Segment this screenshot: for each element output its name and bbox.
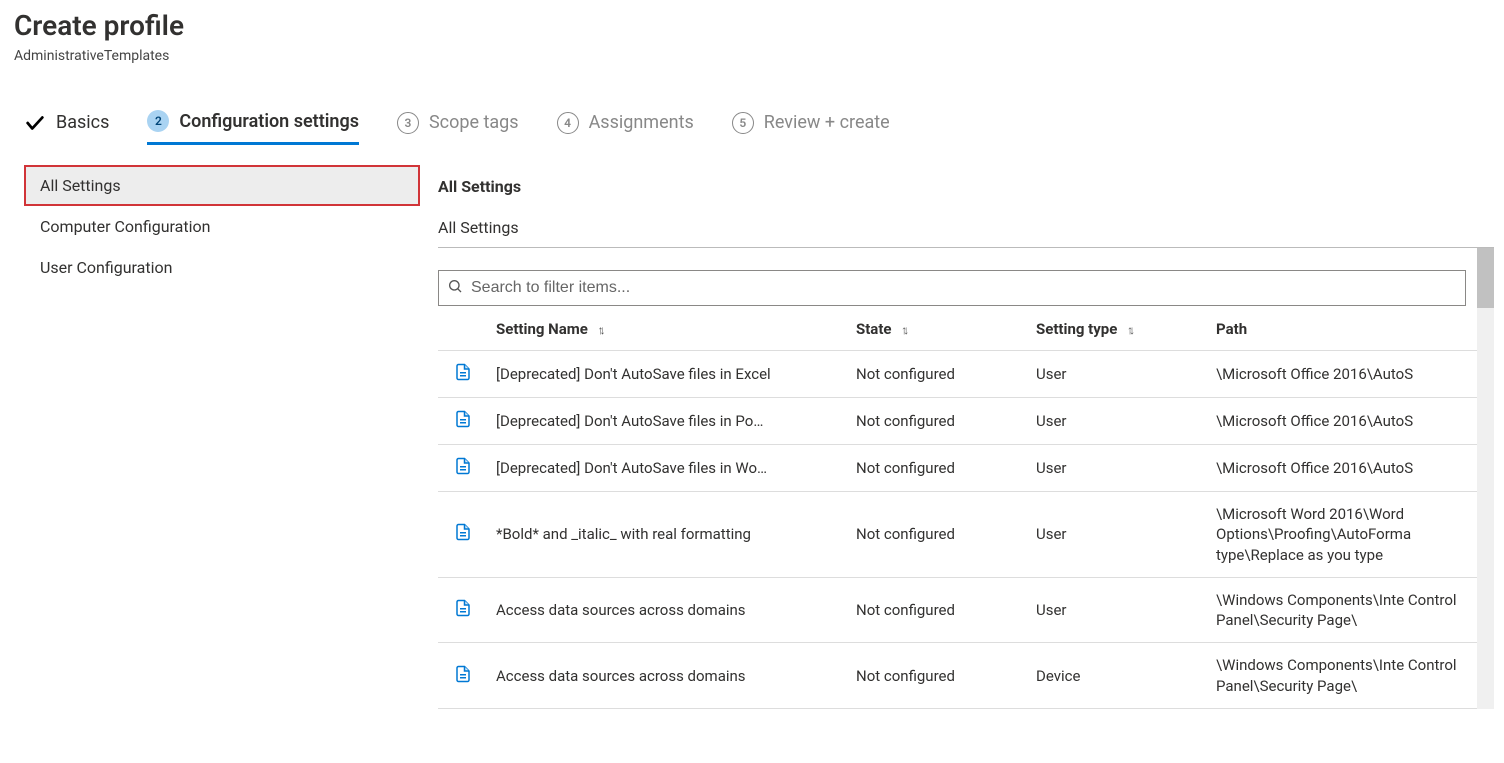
cell-state: Not configured xyxy=(848,445,1028,492)
table-row[interactable]: [Deprecated] Don't AutoSave files in Wo…… xyxy=(438,445,1477,492)
cell-state: Not configured xyxy=(848,492,1028,578)
search-input[interactable] xyxy=(471,279,1457,297)
col-header-path-label: Path xyxy=(1216,320,1247,338)
table-row[interactable]: Access data sources across domainsNot co… xyxy=(438,643,1477,709)
col-header-name-label: Setting Name xyxy=(496,320,588,338)
cell-setting-name: *Bold* and _italic_ with real formatting xyxy=(488,492,848,578)
search-icon xyxy=(447,278,463,298)
wizard-steps: Basics 2 Configuration settings 3 Scope … xyxy=(24,110,1504,145)
cell-setting-name: [Deprecated] Don't AutoSave files in Wo… xyxy=(488,445,848,492)
col-header-type[interactable]: Setting type ↑↓ xyxy=(1028,306,1208,351)
vertical-scrollbar[interactable] xyxy=(1477,248,1494,709)
step-review-label: Review + create xyxy=(764,112,890,133)
step-basics-label: Basics xyxy=(56,112,109,133)
cell-setting-type: Device xyxy=(1028,643,1208,709)
step-number-icon: 3 xyxy=(397,112,419,134)
cell-path: \Microsoft Office 2016\AutoS xyxy=(1208,351,1477,398)
col-header-path[interactable]: Path xyxy=(1208,306,1477,351)
sidebar-item-label: User Configuration xyxy=(40,258,172,277)
table-row[interactable]: [Deprecated] Don't AutoSave files in Exc… xyxy=(438,351,1477,398)
search-box[interactable] xyxy=(438,270,1466,306)
cell-setting-type: User xyxy=(1028,351,1208,398)
step-number-icon: 4 xyxy=(557,112,579,134)
step-configuration-settings[interactable]: 2 Configuration settings xyxy=(147,110,359,145)
sort-icon: ↑↓ xyxy=(1127,323,1131,337)
cell-path: \Microsoft Word 2016\Word Options\Proofi… xyxy=(1208,492,1477,578)
cell-state: Not configured xyxy=(848,577,1028,643)
step-number-icon: 5 xyxy=(732,112,754,134)
check-icon xyxy=(24,112,46,134)
document-icon xyxy=(454,523,472,541)
step-assign-label: Assignments xyxy=(589,112,694,133)
col-header-name[interactable]: Setting Name ↑↓ xyxy=(488,306,848,351)
document-icon xyxy=(454,665,472,683)
step-basics[interactable]: Basics xyxy=(24,112,109,144)
document-icon xyxy=(454,599,472,617)
document-icon xyxy=(454,363,472,381)
table-row[interactable]: *Bold* and _italic_ with real formatting… xyxy=(438,492,1477,578)
col-header-state-label: State xyxy=(856,320,892,338)
step-number-icon: 2 xyxy=(147,110,169,132)
cell-path: \Microsoft Office 2016\AutoS xyxy=(1208,445,1477,492)
page-title: Create profile xyxy=(14,8,1490,44)
settings-table: Setting Name ↑↓ State ↑↓ Setting type ↑↓ xyxy=(438,306,1477,709)
cell-path: \Windows Components\Inte Control Panel\S… xyxy=(1208,577,1477,643)
step-scope-label: Scope tags xyxy=(429,112,519,133)
cell-setting-type: User xyxy=(1028,577,1208,643)
sidebar-item-all-settings[interactable]: All Settings xyxy=(24,165,420,206)
page-subtitle: AdministrativeTemplates xyxy=(14,48,1490,64)
cell-setting-name: Access data sources across domains xyxy=(488,577,848,643)
cell-setting-name: [Deprecated] Don't AutoSave files in Exc… xyxy=(488,351,848,398)
cell-state: Not configured xyxy=(848,351,1028,398)
cell-setting-name: Access data sources across domains xyxy=(488,643,848,709)
sort-icon: ↑↓ xyxy=(598,323,602,337)
settings-sidebar: All Settings Computer Configuration User… xyxy=(24,165,420,709)
settings-content: All Settings All Settings xyxy=(420,165,1494,709)
document-icon xyxy=(454,410,472,428)
step-assignments[interactable]: 4 Assignments xyxy=(557,112,694,144)
cell-state: Not configured xyxy=(848,643,1028,709)
content-breadcrumb: All Settings xyxy=(438,218,1494,237)
sidebar-item-user-configuration[interactable]: User Configuration xyxy=(24,247,420,288)
sort-icon: ↑↓ xyxy=(901,323,905,337)
cell-path: \Microsoft Office 2016\AutoS xyxy=(1208,398,1477,445)
scrollbar-thumb[interactable] xyxy=(1477,248,1494,308)
content-heading: All Settings xyxy=(438,177,1494,196)
cell-setting-name: [Deprecated] Don't AutoSave files in Po… xyxy=(488,398,848,445)
col-header-state[interactable]: State ↑↓ xyxy=(848,306,1028,351)
cell-setting-type: User xyxy=(1028,492,1208,578)
sidebar-item-label: Computer Configuration xyxy=(40,217,210,236)
table-row[interactable]: Access data sources across domainsNot co… xyxy=(438,577,1477,643)
cell-setting-type: User xyxy=(1028,445,1208,492)
cell-state: Not configured xyxy=(848,398,1028,445)
cell-path: \Windows Components\Inte Control Panel\S… xyxy=(1208,643,1477,709)
document-icon xyxy=(454,457,472,475)
sidebar-item-label: All Settings xyxy=(40,176,121,195)
step-review-create[interactable]: 5 Review + create xyxy=(732,112,890,144)
sidebar-item-computer-configuration[interactable]: Computer Configuration xyxy=(24,206,420,247)
step-scope-tags[interactable]: 3 Scope tags xyxy=(397,112,519,144)
step-config-label: Configuration settings xyxy=(179,111,359,132)
cell-setting-type: User xyxy=(1028,398,1208,445)
table-row[interactable]: [Deprecated] Don't AutoSave files in Po…… xyxy=(438,398,1477,445)
col-header-type-label: Setting type xyxy=(1036,320,1117,338)
